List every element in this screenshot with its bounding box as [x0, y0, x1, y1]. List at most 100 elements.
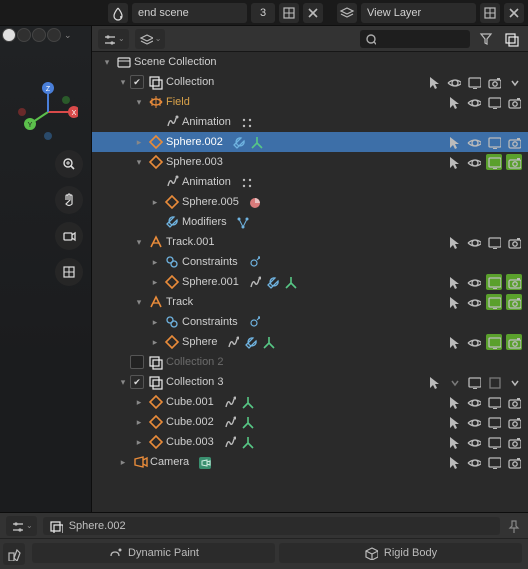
row-field[interactable]: Field: [92, 92, 528, 112]
restrict-chev-icon[interactable]: [506, 74, 522, 90]
restrict-screen-icon[interactable]: [466, 74, 482, 90]
exclude-checkbox[interactable]: [130, 375, 144, 389]
viewlayer-icon[interactable]: [337, 3, 357, 23]
disclosure-triangle[interactable]: [132, 297, 146, 308]
row-sphere-003-anim[interactable]: Animation: [92, 172, 528, 192]
outliner-search-input[interactable]: [376, 33, 466, 45]
dots-icon[interactable]: [239, 115, 253, 129]
row-track-001-con[interactable]: Constraints: [92, 252, 528, 272]
row-track[interactable]: Track: [92, 292, 528, 312]
restrict-camera-icon[interactable]: [506, 134, 522, 150]
plus-icon[interactable]: [246, 255, 260, 269]
restrict-screen-g-icon[interactable]: [486, 274, 502, 290]
disclosure-triangle[interactable]: [132, 157, 146, 168]
outliner-tree[interactable]: Scene CollectionCollectionFieldAnimation…: [92, 52, 528, 512]
exclude-checkbox[interactable]: [130, 355, 144, 369]
y-icon[interactable]: [249, 135, 263, 149]
y-icon[interactable]: [261, 335, 275, 349]
row-collection[interactable]: Collection: [92, 72, 528, 92]
restrict-camera-g-icon[interactable]: [506, 154, 522, 170]
restrict-screen-g-icon[interactable]: [486, 154, 502, 170]
restrict-screen-icon[interactable]: [486, 234, 502, 250]
restrict-eye-icon[interactable]: [466, 274, 482, 290]
restrict-cursor-icon[interactable]: [446, 394, 462, 410]
anim-icon[interactable]: [222, 415, 236, 429]
outliner-new-collection-button[interactable]: [502, 29, 522, 49]
shading-solid[interactable]: [17, 28, 31, 42]
disclosure-triangle[interactable]: [148, 257, 162, 268]
row-scene-collection[interactable]: Scene Collection: [92, 52, 528, 72]
restrict-cursor-icon[interactable]: [446, 454, 462, 470]
restrict-eye-icon[interactable]: [466, 454, 482, 470]
row-cube-003[interactable]: Cube.003: [92, 432, 528, 452]
row-cube-001[interactable]: Cube.001: [92, 392, 528, 412]
viewport-3d[interactable]: ⌄ X Y Z: [0, 26, 92, 512]
wrench-icon[interactable]: [231, 135, 245, 149]
restrict-cursor-icon[interactable]: [446, 414, 462, 430]
row-camera[interactable]: Camera: [92, 452, 528, 472]
row-sphere-001[interactable]: Sphere.001: [92, 272, 528, 292]
restrict-chev-icon[interactable]: [506, 374, 522, 390]
row-track-001[interactable]: Track.001: [92, 232, 528, 252]
anim-icon[interactable]: [222, 435, 236, 449]
shading-matprev[interactable]: [32, 28, 46, 42]
disclosure-triangle[interactable]: [116, 77, 130, 88]
outliner-filter-button[interactable]: [476, 29, 496, 49]
disclosure-triangle[interactable]: [116, 377, 130, 388]
outliner-search[interactable]: [360, 30, 470, 48]
restrict-camera-icon[interactable]: [506, 434, 522, 450]
disclosure-triangle[interactable]: [116, 457, 130, 468]
disclosure-triangle[interactable]: [148, 277, 162, 288]
scene-delete-button[interactable]: [303, 3, 323, 23]
restrict-cursor-icon[interactable]: [446, 434, 462, 450]
row-sphere-003[interactable]: Sphere.003: [92, 152, 528, 172]
restrict-screen-icon[interactable]: [486, 94, 502, 110]
disclosure-triangle[interactable]: [100, 57, 114, 68]
restrict-screen-icon[interactable]: [486, 394, 502, 410]
flow-icon[interactable]: [235, 215, 249, 229]
disclosure-triangle[interactable]: [132, 397, 146, 408]
restrict-camera-icon[interactable]: [486, 74, 502, 90]
restrict-cursor-icon[interactable]: [446, 154, 462, 170]
pin-icon[interactable]: [506, 519, 522, 533]
restrict-camera-g-icon[interactable]: [506, 294, 522, 310]
zoom-button[interactable]: [55, 150, 83, 178]
cam-badge-icon[interactable]: [197, 455, 211, 469]
disclosure-triangle[interactable]: [148, 337, 162, 348]
restrict-cursor-icon[interactable]: [446, 274, 462, 290]
restrict-eye-icon[interactable]: [466, 434, 482, 450]
restrict-eye-icon[interactable]: [466, 234, 482, 250]
disclosure-triangle[interactable]: [132, 237, 146, 248]
shading-rendered[interactable]: [47, 28, 61, 42]
restrict-cursor-icon[interactable]: [446, 234, 462, 250]
circle-icon[interactable]: [247, 195, 261, 209]
restrict-eye-icon[interactable]: [466, 294, 482, 310]
viewlayer-delete-button[interactable]: [504, 3, 524, 23]
anim-icon[interactable]: [247, 275, 261, 289]
scene-users[interactable]: 3: [251, 3, 275, 23]
restrict-eye-icon[interactable]: [466, 154, 482, 170]
tab-dynamic-paint[interactable]: Dynamic Paint: [32, 543, 275, 563]
row-sphere[interactable]: Sphere: [92, 332, 528, 352]
restrict-camera-g-icon[interactable]: [506, 334, 522, 350]
viewlayer-field[interactable]: View Layer: [361, 3, 476, 23]
row-collection-2[interactable]: Collection 2: [92, 352, 528, 372]
disclosure-triangle[interactable]: [132, 137, 146, 148]
restrict-camera-g-icon[interactable]: [506, 274, 522, 290]
properties-tab-tool[interactable]: [3, 543, 25, 565]
outliner-display-mode[interactable]: ⌄: [98, 29, 129, 49]
restrict-screen-g-icon[interactable]: [486, 334, 502, 350]
restrict-cursor-icon[interactable]: [426, 374, 442, 390]
disclosure-triangle[interactable]: [148, 197, 162, 208]
pan-button[interactable]: [55, 186, 83, 214]
disclosure-triangle[interactable]: [132, 437, 146, 448]
row-modifiers[interactable]: Modifiers: [92, 212, 528, 232]
dots-icon[interactable]: [239, 175, 253, 189]
viewlayer-new-button[interactable]: [480, 3, 500, 23]
wrench-icon[interactable]: [243, 335, 257, 349]
restrict-chevd-icon[interactable]: [446, 374, 462, 390]
row-field-anim[interactable]: Animation: [92, 112, 528, 132]
disclosure-triangle[interactable]: [132, 417, 146, 428]
restrict-eye-icon[interactable]: [466, 334, 482, 350]
perspective-button[interactable]: [55, 258, 83, 286]
